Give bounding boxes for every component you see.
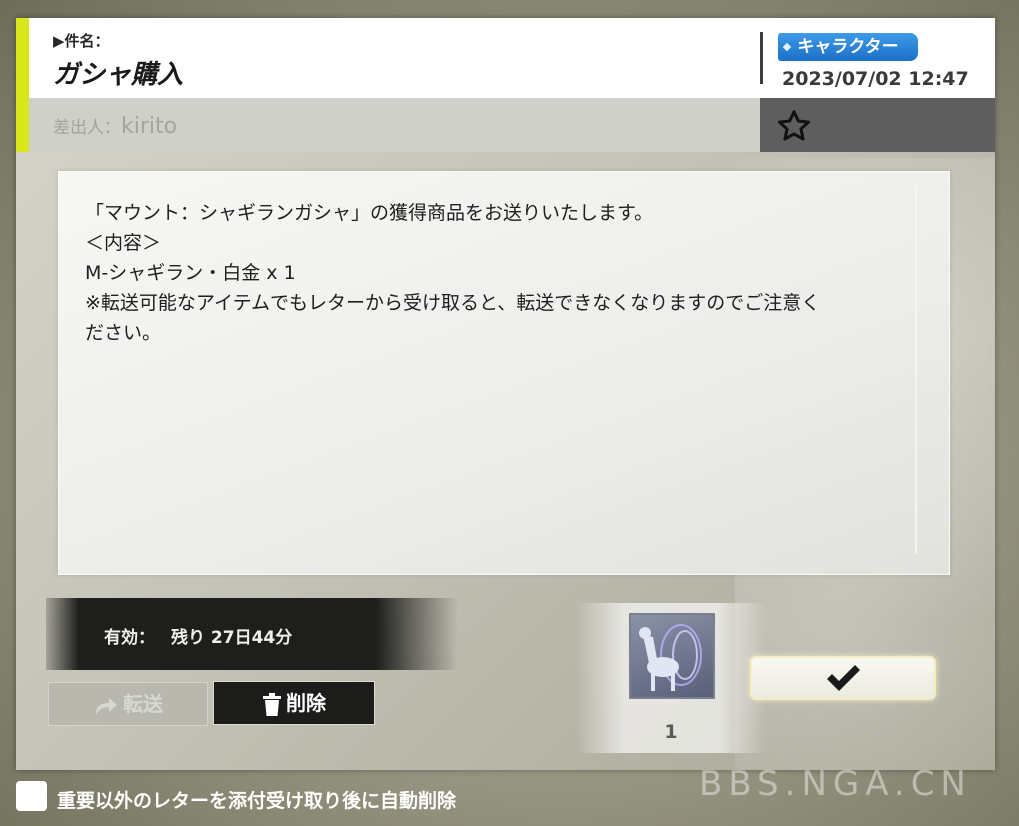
trash-icon [263, 692, 281, 716]
body-line: 「マウント：シャギランガシャ」の獲得商品をお送りいたします。 [85, 202, 654, 224]
body-line: ＜内容＞ [85, 232, 162, 254]
subject-label: ▶件名： [53, 32, 110, 50]
header-divider [760, 32, 763, 84]
sender-bar: 差出人：kirito [29, 98, 760, 152]
forward-label: 転送 [123, 692, 163, 716]
auto-delete-label: 重要以外のレターを添付受け取り後に自動削除 [57, 790, 457, 812]
subject-title: ガシャ購入 [53, 60, 184, 90]
mail-panel: ▶件名： ガシャ購入 キャラクター 2023/07/02 12:47 差出人：k… [16, 18, 995, 770]
favorite-toggle[interactable] [760, 98, 995, 152]
receive-button[interactable] [750, 656, 936, 700]
delete-button[interactable]: 削除 [213, 681, 375, 725]
tag-marker-icon [782, 42, 792, 52]
delete-label: 削除 [286, 691, 326, 715]
forward-arrow-icon [96, 697, 117, 715]
expiry-value: 残り 27日44分 [171, 628, 293, 648]
body-line: ※転送可能なアイテムでもレターから受け取ると、転送できなくなりますのでご注意く [85, 292, 821, 314]
watermark: BBS.NGA.CN [699, 764, 972, 804]
mount-image [639, 624, 702, 691]
body-scrollbar[interactable] [915, 184, 917, 554]
mount-item-icon[interactable] [629, 613, 715, 699]
accent-bar [16, 18, 29, 152]
forward-button[interactable]: 転送 [48, 682, 208, 726]
attachment-count: 1 [664, 721, 678, 743]
category-tag: キャラクター [778, 33, 918, 61]
auto-delete-checkbox[interactable] [16, 781, 47, 811]
body-line: ださい。 [85, 322, 162, 344]
mail-body: 「マウント：シャギランガシャ」の獲得商品をお送りいたします。 ＜内容＞ M-シャ… [58, 171, 950, 575]
sender-label: 差出人： [53, 118, 121, 138]
expiry-label: 有効： [104, 628, 155, 648]
attachment-slot: 1 [576, 603, 766, 753]
sender: 差出人：kirito [53, 113, 177, 139]
mail-header: ▶件名： ガシャ購入 キャラクター 2023/07/02 12:47 [16, 18, 995, 98]
mail-date: 2023/07/02 12:47 [782, 68, 969, 90]
sender-name: kirito [121, 114, 178, 139]
expiry-bar: 有効： 残り 27日44分 [46, 598, 458, 670]
check-icon [827, 665, 860, 691]
star-icon [777, 110, 811, 141]
category-tag-label: キャラクター [797, 37, 899, 57]
body-line: M-シャギラン・白金 x 1 [85, 262, 296, 284]
